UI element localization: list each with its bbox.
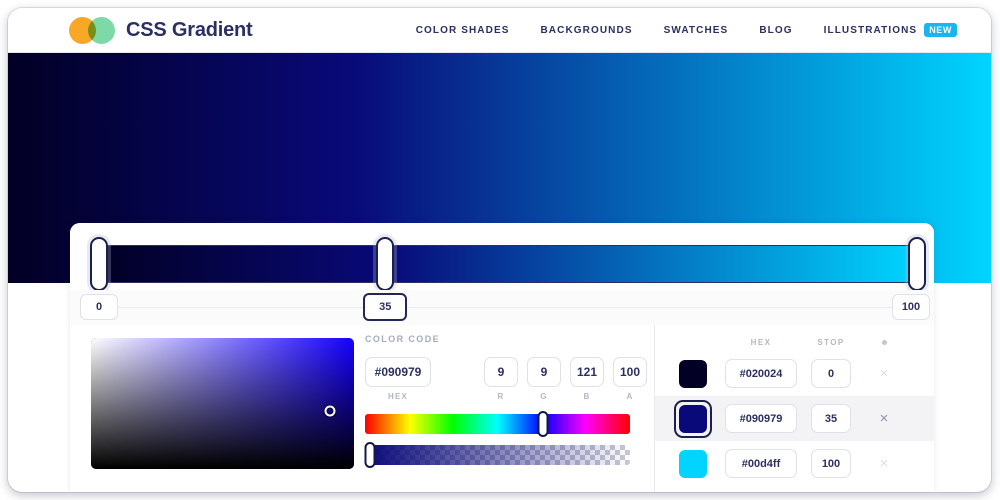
stop-handle-100[interactable]: [908, 237, 926, 291]
swatch-wrap: [674, 355, 712, 393]
a-field-group: 100 A: [604, 357, 647, 401]
delete-cell: ×: [859, 456, 909, 471]
picker-cursor[interactable]: [324, 405, 336, 417]
gradient-stop-track[interactable]: [99, 245, 917, 283]
delete-cell: ×: [859, 411, 909, 426]
stop-value-35[interactable]: 35: [363, 293, 408, 321]
color-stops-header: HEX STOP: [655, 333, 934, 351]
css-gradient-logo-icon: [69, 16, 115, 44]
hex-field-group: #090979 HEX: [365, 357, 431, 401]
nav-item-swatches[interactable]: SWATCHES: [664, 25, 729, 36]
green-caption: G: [540, 392, 548, 401]
b-field-group: 121 B: [561, 357, 604, 401]
nav-item-color-shades[interactable]: COLOR SHADES: [416, 25, 510, 36]
editor-body: COLOR CODE #090979 HEX 9 R 9 G 121 B 100…: [70, 325, 934, 492]
picker-column: [70, 325, 362, 492]
color-swatch[interactable]: [679, 359, 707, 388]
alpha-slider[interactable]: [364, 442, 630, 468]
hue-slider-handle[interactable]: [537, 411, 549, 437]
nav-item-blog[interactable]: BLOG: [759, 25, 792, 36]
nav-new-badge: NEW: [924, 23, 957, 37]
delete-cell: ×: [859, 366, 909, 381]
swatch-cell: [667, 355, 719, 393]
brand-name: CSS Gradient: [126, 18, 253, 41]
red-caption: R: [497, 392, 505, 401]
row-hex-input[interactable]: #090979: [725, 404, 797, 433]
hex-input[interactable]: #090979: [365, 357, 431, 387]
hex-caption: HEX: [387, 392, 409, 401]
swatch-cell: [667, 445, 719, 483]
row-stop-input[interactable]: 100: [811, 449, 851, 478]
stop-handle-0[interactable]: [90, 237, 108, 291]
row-hex-input[interactable]: #00d4ff: [725, 449, 797, 478]
stop-value-0[interactable]: 0: [80, 294, 118, 320]
green-input[interactable]: 9: [527, 357, 561, 387]
g-field-group: 9 G: [518, 357, 561, 401]
color-stops-column: HEX STOP #020024 0 × #090979 35 × #00d4f…: [654, 325, 934, 492]
stop-handle-35[interactable]: [376, 237, 395, 291]
brand-logo-link[interactable]: CSS Gradient: [69, 16, 253, 44]
dot-icon: [881, 339, 887, 345]
stop-cell: 35: [803, 404, 859, 433]
color-stop-row-1[interactable]: #090979 35 ×: [655, 396, 934, 441]
blue-input[interactable]: 121: [570, 357, 604, 387]
picker-black-layer: [91, 338, 354, 469]
color-stop-row-2[interactable]: #00d4ff 100 ×: [655, 441, 934, 486]
browser-card: CSS Gradient COLOR SHADES BACKGROUNDS SW…: [8, 8, 991, 492]
site-header: CSS Gradient COLOR SHADES BACKGROUNDS SW…: [8, 8, 991, 53]
swatch-wrap: [674, 399, 712, 438]
color-swatch[interactable]: [679, 404, 707, 433]
row-stop-input[interactable]: 35: [811, 404, 851, 433]
color-stop-row-0[interactable]: #020024 0 ×: [655, 351, 934, 396]
color-swatch[interactable]: [679, 449, 707, 478]
header-delete: [859, 339, 909, 345]
gradient-editor-panel: 0 35 100 COLOR CODE #090979 HEX 9 R 9 G …: [70, 223, 934, 492]
r-field-group: 9 R: [475, 357, 518, 401]
blue-caption: B: [583, 392, 591, 401]
hex-cell: #00d4ff: [719, 449, 803, 478]
hue-slider[interactable]: [365, 411, 630, 437]
red-input[interactable]: 9: [484, 357, 518, 387]
color-code-column: COLOR CODE #090979 HEX 9 R 9 G 121 B 100…: [362, 325, 654, 492]
row-hex-input[interactable]: #020024: [725, 359, 797, 388]
nav-item-backgrounds[interactable]: BACKGROUNDS: [540, 25, 632, 36]
close-icon[interactable]: ×: [880, 456, 889, 471]
color-code-label: COLOR CODE: [365, 334, 441, 344]
swatch-cell: [667, 399, 719, 438]
stop-values-row: 0 35 100: [70, 290, 934, 325]
stop-values-rail: [99, 307, 917, 308]
swatch-wrap: [674, 445, 712, 483]
alpha-input[interactable]: 100: [613, 357, 647, 387]
stop-cell: 100: [803, 449, 859, 478]
logo-circle-green: [88, 16, 115, 44]
main-nav: COLOR SHADES BACKGROUNDS SWATCHES BLOG I…: [416, 23, 957, 37]
header-stop: STOP: [817, 337, 845, 347]
stop-cell: 0: [803, 359, 859, 388]
close-icon[interactable]: ×: [880, 366, 889, 381]
stop-value-100[interactable]: 100: [892, 294, 930, 320]
color-code-fields: #090979 HEX 9 R 9 G 121 B 100 A: [365, 357, 654, 401]
close-icon[interactable]: ×: [880, 411, 889, 426]
row-stop-input[interactable]: 0: [811, 359, 851, 388]
hex-cell: #090979: [719, 404, 803, 433]
header-hex: HEX: [750, 337, 772, 347]
nav-item-illustrations[interactable]: ILLUSTRATIONS NEW: [824, 23, 957, 37]
gradient-stop-bar-area: [70, 223, 934, 291]
nav-item-illustrations-label: ILLUSTRATIONS: [823, 24, 918, 36]
hex-cell: #020024: [719, 359, 803, 388]
alpha-slider-handle[interactable]: [364, 442, 376, 468]
saturation-value-picker[interactable]: [91, 338, 354, 469]
alpha-caption: A: [626, 392, 634, 401]
